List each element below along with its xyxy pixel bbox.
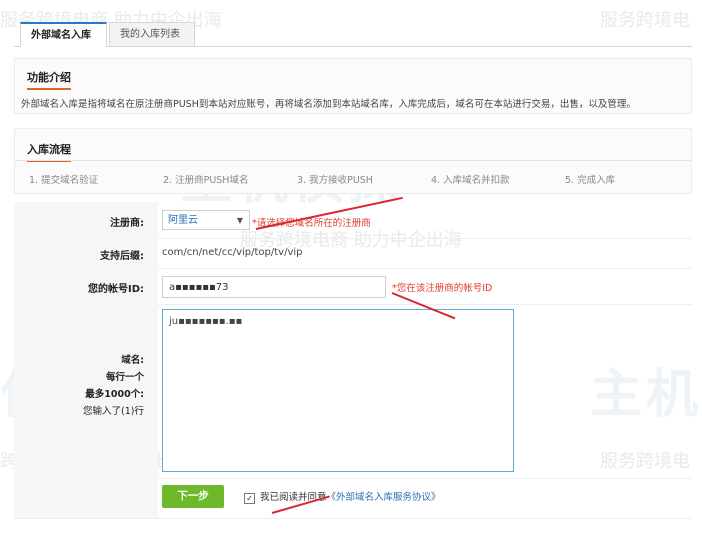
registrar-select[interactable]: 阿里云 ▼ xyxy=(162,210,250,230)
tab-my-import-list[interactable]: 我的入库列表 xyxy=(109,22,195,46)
next-step-button[interactable]: 下一步 xyxy=(162,485,224,508)
flow-divider xyxy=(15,160,691,161)
account-label: 您的帐号ID: xyxy=(87,284,144,295)
domains-label: 域名: 每行一个 最多1000个: 您输入了(1)行 xyxy=(83,352,144,420)
label-column xyxy=(14,478,158,518)
flow-step: 5. 完成入库 xyxy=(565,175,616,186)
label-column: 域名: 每行一个 最多1000个: 您输入了(1)行 xyxy=(14,304,158,478)
registrar-label: 注册商: xyxy=(110,218,144,229)
registrar-value: 阿里云 xyxy=(168,215,198,226)
domains-line-count: 您输入了(1)行 xyxy=(83,406,144,417)
account-hint: *您在该注册商的帐号ID xyxy=(392,283,493,294)
domains-label-per-line: 每行一个 xyxy=(105,372,144,383)
flow-step: 1. 提交域名验证 xyxy=(29,175,99,186)
intro-title: 功能介绍 xyxy=(27,69,71,90)
tab-external-domain-import[interactable]: 外部域名入库 xyxy=(20,22,107,47)
label-column: 您的帐号ID: xyxy=(14,268,158,304)
agree-checkbox[interactable]: ✓ xyxy=(244,493,255,504)
caret-down-icon: ▼ xyxy=(236,216,243,225)
flow-section: 入库流程 1. 提交域名验证 2. 注册商PUSH域名 3. 我方接收PUSH … xyxy=(14,128,692,194)
agreement-link[interactable]: 《外部域名入库服务协议》 xyxy=(327,492,441,503)
domains-label-max: 最多1000个: xyxy=(85,389,144,400)
submit-row: 下一步 ✓ 我已阅读并同意《外部域名入库服务协议》 xyxy=(14,478,692,519)
label-column: 注册商: xyxy=(14,202,158,238)
flow-step: 3. 我方接收PUSH xyxy=(297,175,373,186)
flow-step: 4. 入库域名并扣款 xyxy=(431,175,510,186)
account-id-input[interactable]: a▪▪▪▪▪▪73 xyxy=(162,276,386,298)
tab-bar: 外部域名入库 我的入库列表 xyxy=(14,20,692,47)
agreement: ✓ 我已阅读并同意《外部域名入库服务协议》 xyxy=(244,489,441,504)
domains-label-title: 域名: xyxy=(121,355,144,366)
label-column: 支持后缀: xyxy=(14,238,158,268)
flow-title: 入库流程 xyxy=(27,141,71,162)
suffix-label: 支持后缀: xyxy=(100,251,144,262)
agree-text: 我已阅读并同意 xyxy=(260,492,327,503)
intro-section: 功能介绍 外部域名入库是指将域名在原注册商PUSH到本站对应账号，再将域名添加到… xyxy=(14,58,692,114)
account-row: 您的帐号ID: a▪▪▪▪▪▪73 *您在该注册商的帐号ID xyxy=(14,268,692,305)
domains-row: 域名: 每行一个 最多1000个: 您输入了(1)行 ju▪▪▪▪▪▪▪.▪▪ xyxy=(14,304,692,479)
suffix-row: 支持后缀: com/cn/net/cc/vip/top/tv/vip xyxy=(14,238,692,269)
flow-step: 2. 注册商PUSH域名 xyxy=(163,175,249,186)
suffix-list: com/cn/net/cc/vip/top/tv/vip xyxy=(162,247,303,258)
intro-text: 外部域名入库是指将域名在原注册商PUSH到本站对应账号，再将域名添加到本站域名库… xyxy=(21,99,636,110)
import-form: 注册商: 阿里云 ▼ *请选择您域名所在的注册商 支持后缀: com/cn/ne… xyxy=(14,202,692,520)
domains-textarea[interactable]: ju▪▪▪▪▪▪▪.▪▪ xyxy=(162,309,514,472)
